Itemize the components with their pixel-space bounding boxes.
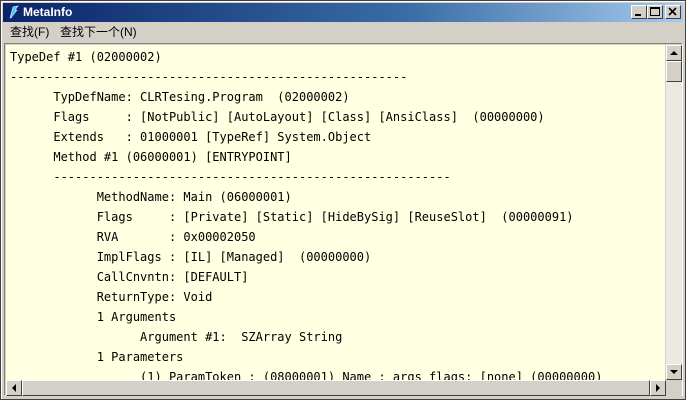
scroll-right-button[interactable] [650,380,666,396]
metadata-line: Extends : 01000001 [TypeRef] System.Obje… [10,130,372,144]
metadata-line: CallCnvntn: [DEFAULT] [10,270,249,284]
metadata-line: 1 Arguments [10,310,177,324]
maximize-button[interactable] [647,5,663,19]
metadata-line: ReturnType: Void [10,290,213,304]
arrow-right-icon [656,384,660,392]
arrow-down-icon [670,370,678,374]
metadata-line: Argument #1: SZArray String [10,330,343,344]
metadata-line: Method #1 (06000001) [ENTRYPOINT] [10,150,292,164]
scroll-down-button[interactable] [666,364,682,380]
metadata-line: TypDefName: CLRTesing.Program (02000002) [10,90,350,104]
horizontal-scroll-thumb[interactable] [22,380,650,396]
metadata-line: Flags : [Private] [Static] [HideBySig] [… [10,210,574,224]
menu-bar: 查找(F) 查找下一个(N) [3,23,683,42]
metainfo-window: MetaInfo 查找(F) 查找下一个(N) TypeDef #1 (0200… [0,0,686,400]
arrow-left-icon [12,384,16,392]
menu-find[interactable]: 查找(F) [10,25,49,40]
scrollbar-corner [666,380,682,396]
arrow-up-icon [670,51,678,55]
metadata-line: Flags : [NotPublic] [AutoLayout] [Class]… [10,110,545,124]
metadata-line: 1 Parameters [10,350,184,364]
metadata-line: MethodName: Main (06000001) [10,190,292,204]
vertical-scroll-thumb[interactable] [666,61,682,82]
metadata-line: ----------------------------------------… [10,170,451,184]
minimize-icon [635,14,641,16]
scroll-up-button[interactable] [666,45,682,61]
metadata-view: TypeDef #1 (02000002) ------------------… [4,43,683,396]
metadata-line: (1) ParamToken : (08000001) Name : args … [10,370,603,380]
minimize-button[interactable] [631,5,647,19]
metainfo-app-icon [9,5,19,19]
title-bar[interactable]: MetaInfo [3,3,683,22]
metadata-line: RVA : 0x00002050 [10,230,256,244]
window-title: MetaInfo [23,5,73,19]
metadata-line: ----------------------------------------… [10,70,408,84]
menu-find-next[interactable]: 查找下一个(N) [60,25,137,40]
close-icon [668,7,677,16]
scroll-left-button[interactable] [6,380,22,396]
metadata-line: ImplFlags : [IL] [Managed] (00000000) [10,250,372,264]
horizontal-scrollbar[interactable] [6,380,666,396]
maximize-icon [650,7,660,16]
close-button[interactable] [665,5,681,19]
metadata-line: TypeDef #1 (02000002) [10,50,162,64]
vertical-scrollbar[interactable] [666,45,682,380]
metadata-text-area[interactable]: TypeDef #1 (02000002) ------------------… [6,45,665,380]
